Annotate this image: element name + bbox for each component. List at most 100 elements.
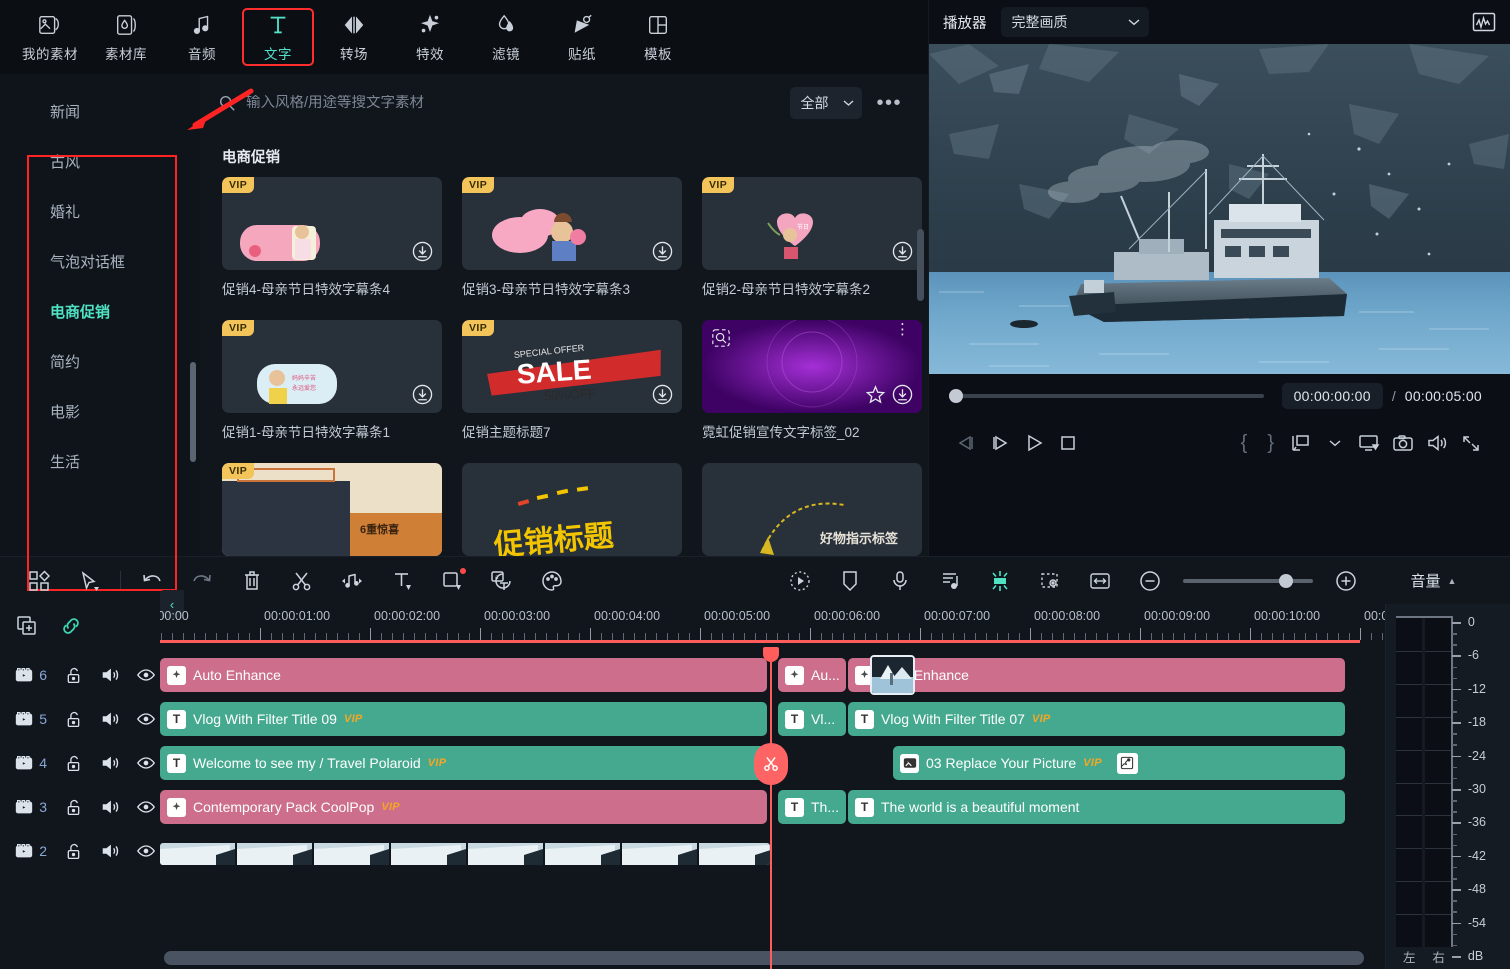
more-options-button[interactable]: ••• — [872, 98, 906, 108]
timeline-clip[interactable]: TTh... — [778, 790, 846, 824]
download-icon[interactable] — [412, 241, 433, 262]
timeline-clip[interactable]: Auto Enhance — [160, 658, 767, 692]
timeline-clip[interactable]: Auto Enhance — [848, 658, 1345, 692]
asset-thumbnail[interactable]: VIP — [462, 177, 682, 270]
quality-dropdown[interactable]: 完整画质 — [1001, 7, 1149, 37]
timeline-clip[interactable]: TWelcome to see my / Travel PolaroidVIP — [160, 746, 767, 780]
asset-thumbnail[interactable]: 促销标题 — [462, 463, 682, 556]
track-lock-button[interactable] — [59, 748, 87, 778]
split-button[interactable] — [277, 563, 327, 599]
add-track-button[interactable] — [12, 612, 42, 640]
track-lock-button[interactable] — [59, 704, 87, 734]
mark-in-button[interactable]: { — [1231, 432, 1258, 455]
current-timecode[interactable]: 00:00:00:00 — [1282, 383, 1383, 409]
asset-menu-button[interactable]: ⋮ — [895, 327, 910, 332]
filter-dropdown[interactable]: 全部 — [790, 87, 862, 119]
detach-audio-button[interactable] — [327, 563, 377, 599]
asset-card[interactable]: VIP促销3-母亲节日特效字幕条3 — [462, 177, 682, 298]
timeline-ruler[interactable]: :00:0000:00:01:0000:00:02:0000:00:03:000… — [160, 604, 1385, 647]
voiceover-button[interactable] — [875, 563, 925, 599]
asset-thumbnail[interactable]: ⋮ — [702, 320, 922, 413]
download-icon[interactable] — [412, 384, 433, 405]
timeline-clip[interactable]: TVlog With Filter Title 07VIP — [848, 702, 1345, 736]
sidebar-item-电影[interactable]: 电影 — [0, 386, 200, 436]
track-lock-button[interactable] — [59, 660, 87, 690]
timeline-hscrollbar[interactable] — [160, 951, 1375, 965]
track-body[interactable]: Contemporary Pack CoolPopVIPTTh...TThe w… — [160, 787, 1385, 827]
nav-tab-转场[interactable]: 转场 — [318, 8, 390, 66]
sidebar-item-气泡对话框[interactable]: 气泡对话框 — [0, 236, 200, 286]
nav-tab-滤镜[interactable]: 滤镜 — [470, 8, 542, 66]
render-dropdown-button[interactable] — [1318, 428, 1352, 458]
asset-card[interactable]: 6重惊喜VIP — [222, 463, 442, 556]
zoom-out-button[interactable] — [1125, 563, 1175, 599]
track-visibility-button[interactable] — [132, 836, 160, 866]
prev-frame-button[interactable] — [949, 428, 983, 458]
nav-tab-我的素材[interactable]: 我的素材 — [14, 8, 86, 66]
nav-tab-文字[interactable]: 文字 — [242, 8, 314, 66]
asset-thumbnail[interactable]: 妈妈辛苦永远爱您VIP — [222, 320, 442, 413]
category-scrollbar[interactable] — [190, 362, 196, 462]
sidebar-item-生活[interactable]: 生活 — [0, 436, 200, 486]
video-filmstrip-clip[interactable] — [160, 843, 770, 865]
preview-icon[interactable] — [711, 328, 731, 348]
timeline-clip[interactable]: Contemporary Pack CoolPopVIP — [160, 790, 767, 824]
fit-timeline-button[interactable] — [1075, 563, 1125, 599]
playhead-split-button[interactable] — [754, 743, 788, 785]
favorite-icon[interactable] — [865, 384, 886, 405]
sidebar-item-婚礼[interactable]: 婚礼 — [0, 186, 200, 236]
export-frame-button[interactable] — [1284, 428, 1318, 458]
next-frame-button[interactable] — [983, 428, 1017, 458]
link-button[interactable] — [56, 612, 86, 640]
asset-thumbnail[interactable]: 好物指示标签 — [702, 463, 922, 556]
asset-grid-scrollbar[interactable] — [917, 229, 924, 301]
track-lock-button[interactable] — [59, 836, 87, 866]
color-button[interactable] — [527, 563, 577, 599]
sidebar-item-电商促销[interactable]: 电商促销 — [0, 286, 200, 336]
track-visibility-button[interactable] — [132, 748, 160, 778]
timeline-clip[interactable]: TVl... — [778, 702, 846, 736]
playhead[interactable] — [770, 647, 772, 969]
sidebar-item-古风[interactable]: 古风 — [0, 136, 200, 186]
nav-tab-模板[interactable]: 模板 — [622, 8, 694, 66]
timeline-hscrollbar-thumb[interactable] — [164, 951, 1364, 965]
search-input[interactable] — [246, 95, 780, 111]
zoom-in-button[interactable] — [1321, 563, 1371, 599]
asset-card[interactable]: 节日VIP促销2-母亲节日特效字幕条2 — [702, 177, 922, 298]
video-preview[interactable] — [929, 44, 1510, 374]
asset-thumbnail[interactable]: VIP — [222, 177, 442, 270]
seek-bar[interactable] — [949, 394, 1264, 398]
asset-card[interactable]: 促销标题 — [462, 463, 682, 556]
download-icon[interactable] — [892, 241, 913, 262]
keyframe-button[interactable] — [775, 563, 825, 599]
magnetic-button[interactable] — [975, 563, 1025, 599]
fullscreen-button[interactable] — [1454, 428, 1488, 458]
asset-thumbnail[interactable]: SPECIAL OFFERSALE50%OFFVIP — [462, 320, 682, 413]
timeline-clip[interactable]: Au... — [778, 658, 846, 692]
play-button[interactable] — [1017, 428, 1051, 458]
track-mute-button[interactable] — [95, 792, 123, 822]
nav-tab-素材库[interactable]: 素材库 — [90, 8, 162, 66]
audio-mixer-button[interactable] — [925, 563, 975, 599]
track-visibility-button[interactable] — [132, 704, 160, 734]
download-icon[interactable] — [892, 384, 913, 405]
sidebar-item-简约[interactable]: 简约 — [0, 336, 200, 386]
screen-record-button[interactable] — [1025, 563, 1075, 599]
keyframe-pin-icon[interactable] — [1117, 753, 1138, 774]
undo-button[interactable] — [127, 563, 177, 599]
volume-button[interactable] — [1420, 428, 1454, 458]
track-body[interactable]: TVlog With Filter Title 09VIPTVl...TVlog… — [160, 699, 1385, 739]
track-mute-button[interactable] — [95, 748, 123, 778]
track-visibility-button[interactable] — [132, 792, 160, 822]
audio-meter-header[interactable]: 音量 ▲ — [1371, 570, 1496, 591]
asset-thumbnail[interactable]: 6重惊喜VIP — [222, 463, 442, 556]
layout-button[interactable] — [14, 563, 64, 599]
download-icon[interactable] — [652, 241, 673, 262]
sidebar-item-新闻[interactable]: 新闻 — [0, 86, 200, 136]
mark-out-button[interactable]: } — [1257, 432, 1284, 455]
nav-tab-贴纸[interactable]: 贴纸 — [546, 8, 618, 66]
asset-card[interactable]: 妈妈辛苦永远爱您VIP促销1-母亲节日特效字幕条1 — [222, 320, 442, 441]
asset-card[interactable]: 好物指示标签 — [702, 463, 922, 556]
nav-tab-特效[interactable]: 特效 — [394, 8, 466, 66]
track-lock-button[interactable] — [59, 792, 87, 822]
